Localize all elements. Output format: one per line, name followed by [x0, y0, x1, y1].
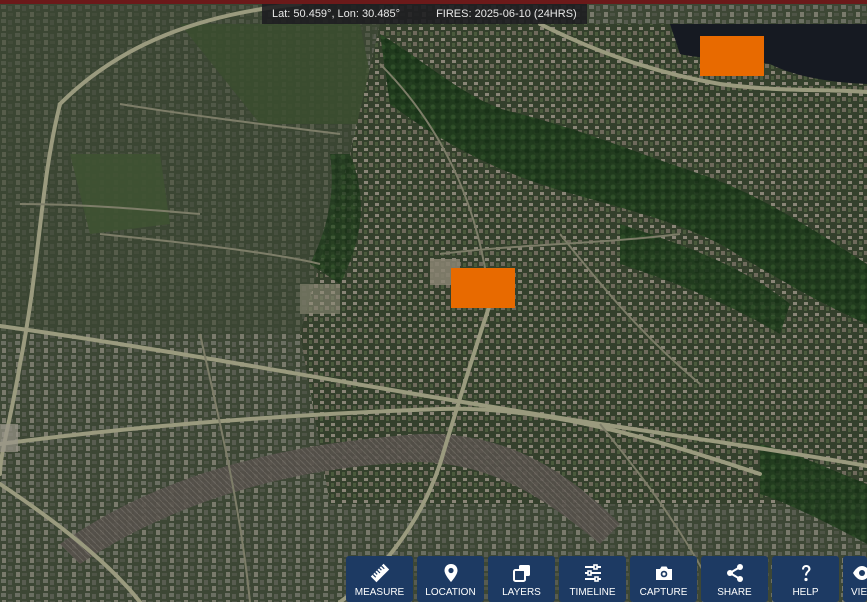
coordinates-status-bar: Lat: 50.459°, Lon: 30.485° FIRES: 2025-0… [262, 4, 587, 24]
ruler-icon [369, 562, 391, 584]
fire-marker[interactable] [700, 36, 764, 76]
coordinates-readout: Lat: 50.459°, Lon: 30.485° [272, 8, 401, 20]
map-toolbar: MEASURE LOCATION LAYERS TIMELINE CAPTURE [346, 556, 867, 602]
map-viewer: Lat: 50.459°, Lon: 30.485° FIRES: 2025-0… [0, 0, 867, 602]
help-button[interactable]: HELP [772, 556, 839, 602]
view-button[interactable]: VIEW [843, 556, 867, 602]
layers-icon [511, 562, 533, 584]
question-icon [795, 562, 817, 584]
view-icon [851, 562, 867, 584]
measure-label: MEASURE [354, 587, 405, 598]
satellite-map[interactable] [0, 4, 867, 602]
help-label: HELP [792, 587, 819, 598]
location-label: LOCATION [425, 587, 476, 598]
satellite-imagery [0, 4, 867, 602]
layers-button[interactable]: LAYERS [488, 556, 555, 602]
timeline-label: TIMELINE [569, 587, 616, 598]
capture-button[interactable]: CAPTURE [630, 556, 697, 602]
share-label: SHARE [717, 587, 752, 598]
camera-icon [653, 562, 675, 584]
layers-label: LAYERS [502, 587, 541, 598]
sliders-icon [582, 562, 604, 584]
measure-button[interactable]: MEASURE [346, 556, 413, 602]
timeline-button[interactable]: TIMELINE [559, 556, 626, 602]
location-button[interactable]: LOCATION [417, 556, 484, 602]
share-icon [724, 562, 746, 584]
location-pin-icon [440, 562, 462, 584]
fires-date-readout: FIRES: 2025-06-10 (24HRS) [436, 8, 577, 20]
share-button[interactable]: SHARE [701, 556, 768, 602]
view-label: VIEW [851, 587, 867, 598]
capture-label: CAPTURE [639, 587, 688, 598]
fire-marker[interactable] [451, 268, 515, 308]
